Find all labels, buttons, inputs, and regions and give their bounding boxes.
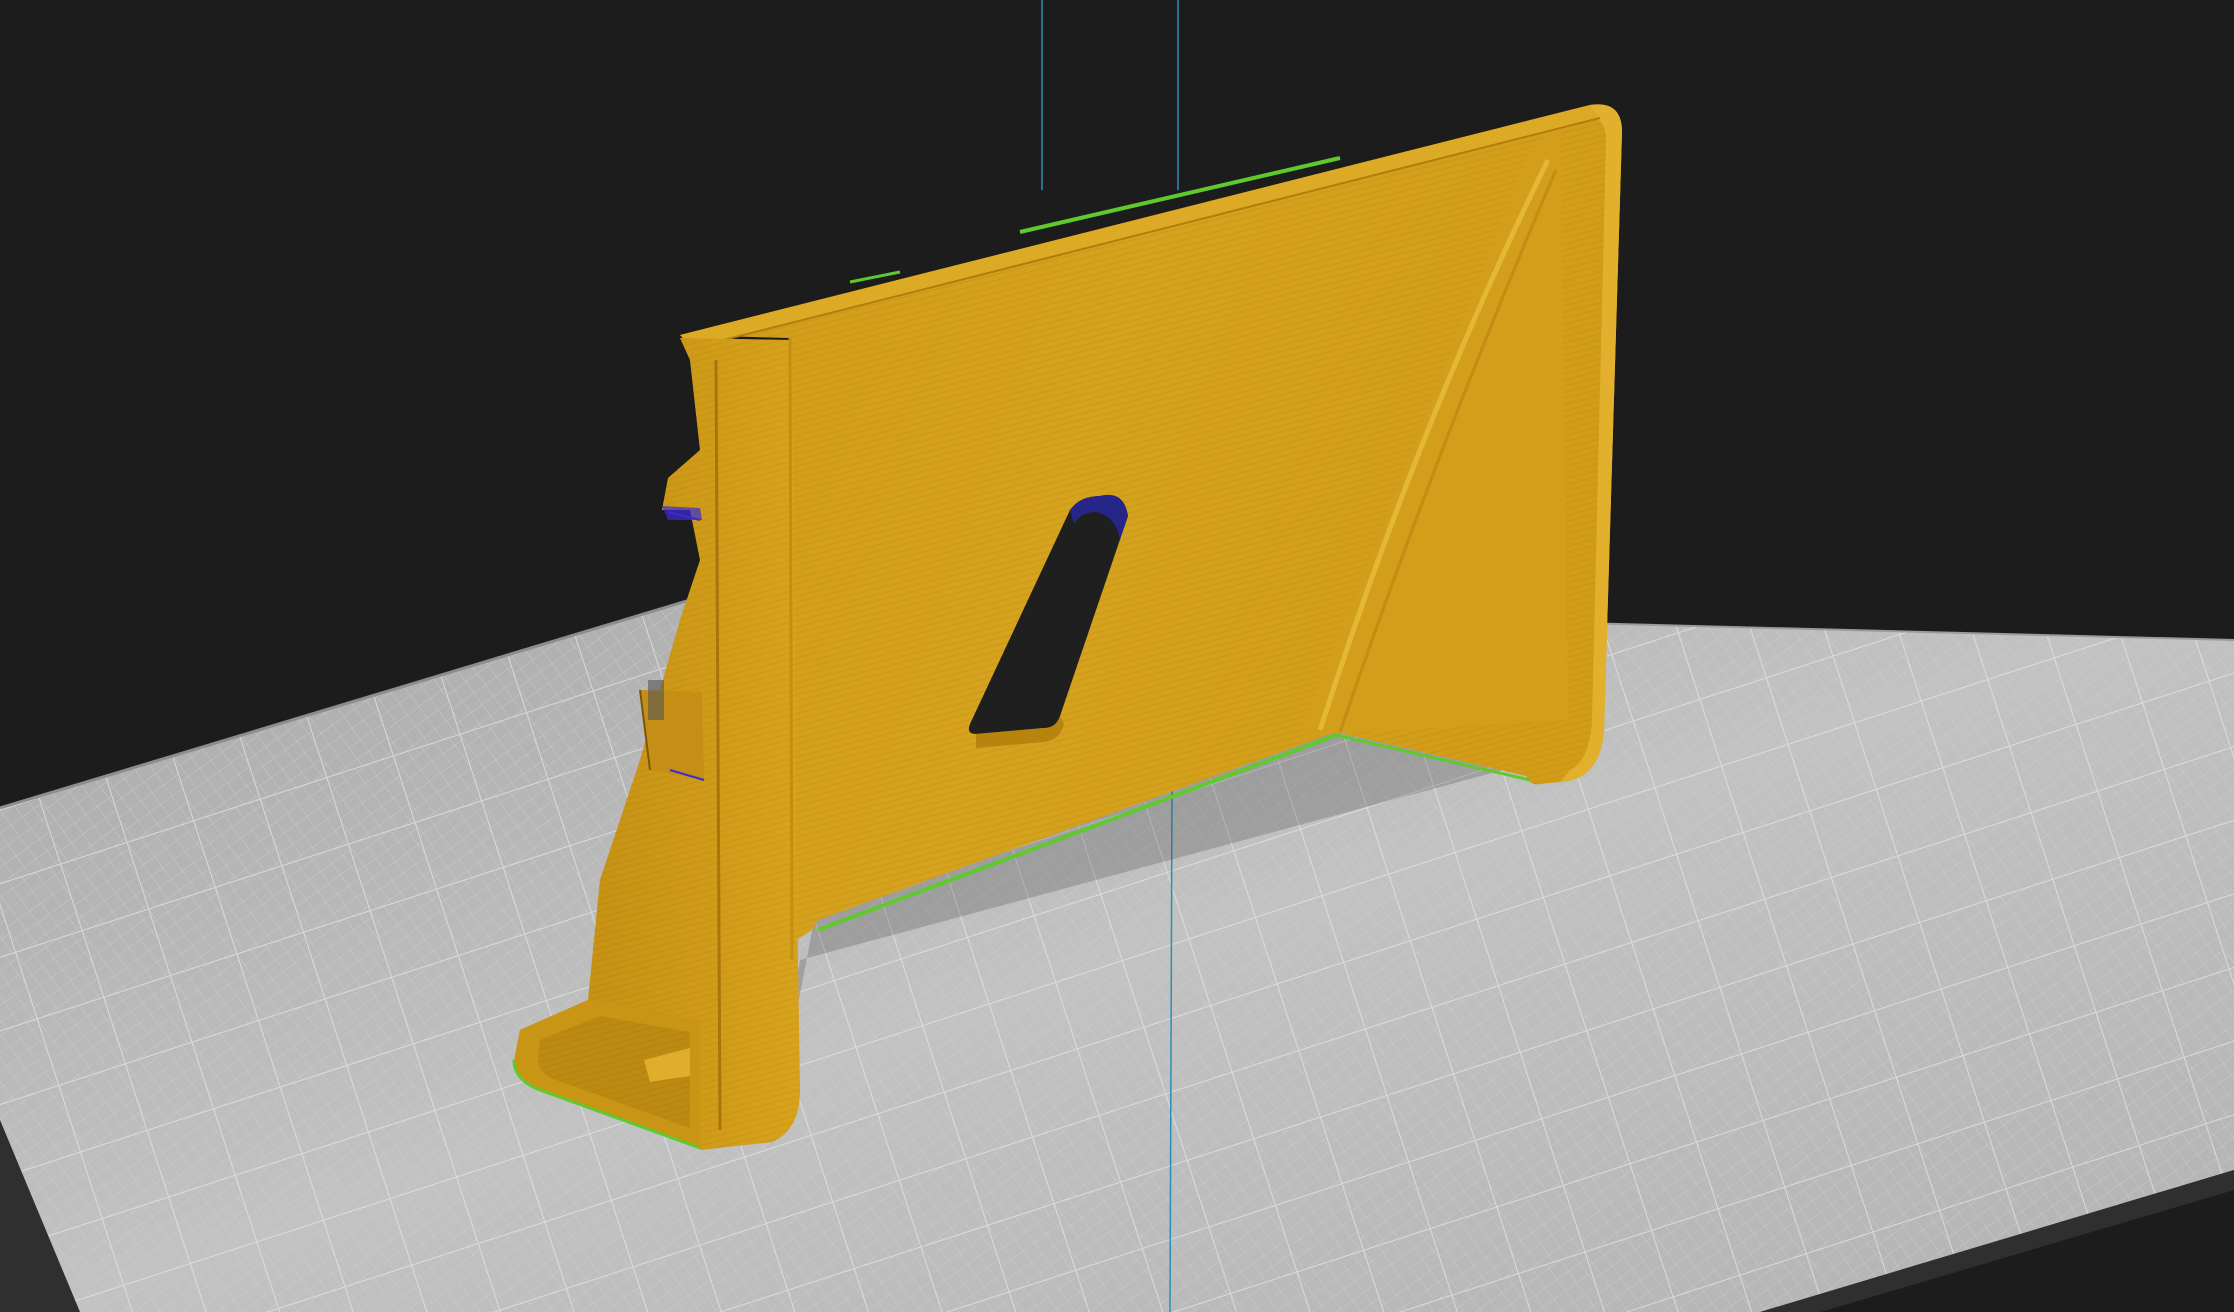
scene-canvas[interactable] — [0, 0, 2234, 1312]
3d-viewport[interactable] — [0, 0, 2234, 1312]
